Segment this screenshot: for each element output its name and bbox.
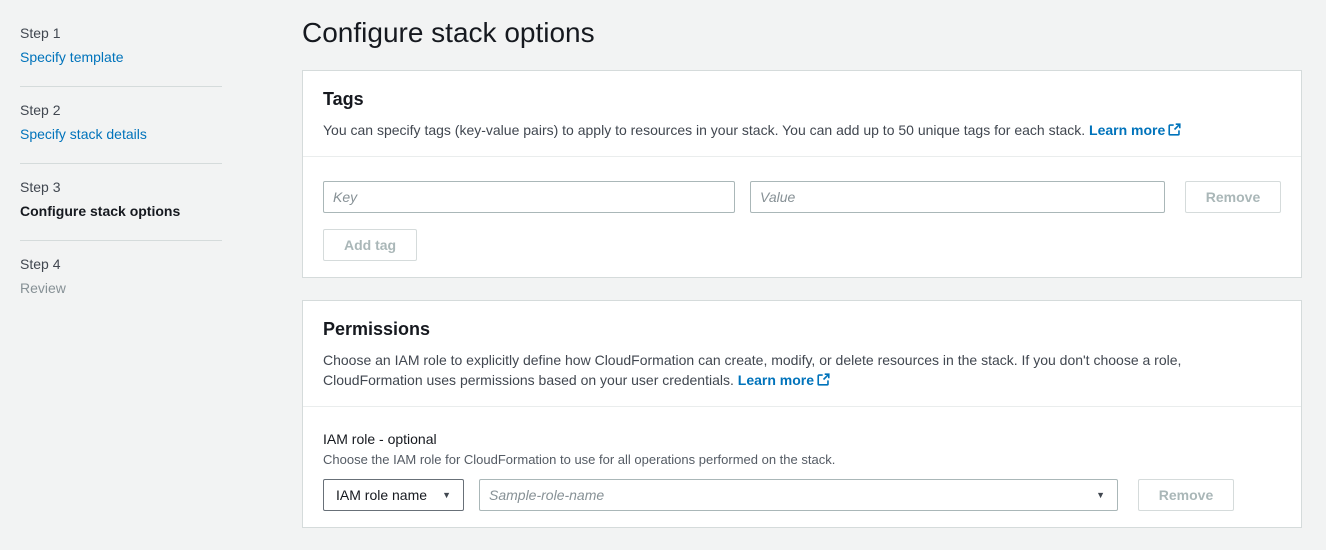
remove-iam-role-button[interactable]: Remove (1138, 479, 1234, 511)
steps-sidebar: Step 1 Specify template Step 2 Specify s… (20, 0, 222, 317)
main-content: Configure stack options Tags You can spe… (302, 0, 1302, 550)
tag-value-wrapper (750, 181, 1165, 213)
sidebar-step-3: Step 3 Configure stack options (20, 164, 222, 241)
iam-role-row: IAM role name ▼ ▼ Remove (323, 479, 1281, 511)
tag-key-wrapper (323, 181, 735, 213)
step-number: Step 1 (20, 25, 222, 41)
iam-remove-wrapper: Remove (1138, 479, 1234, 511)
external-link-icon (1168, 123, 1181, 136)
sidebar-step-2: Step 2 Specify stack details (20, 87, 222, 164)
step-number: Step 2 (20, 102, 222, 118)
iam-role-name-combo: ▼ (479, 479, 1118, 511)
iam-role-type-value: IAM role name (336, 487, 427, 503)
iam-role-type-select[interactable]: IAM role name ▼ (323, 479, 464, 511)
add-tag-button[interactable]: Add tag (323, 229, 417, 261)
permissions-panel-body: IAM role - optional Choose the IAM role … (303, 406, 1301, 527)
tag-key-input[interactable] (323, 181, 735, 213)
tags-panel-description: You can specify tags (key-value pairs) t… (323, 120, 1281, 140)
tags-description-text: You can specify tags (key-value pairs) t… (323, 122, 1085, 138)
tag-remove-wrapper: Remove (1185, 181, 1281, 213)
tags-panel: Tags You can specify tags (key-value pai… (302, 70, 1302, 278)
step-number: Step 3 (20, 179, 222, 195)
external-link-icon (817, 373, 830, 386)
sidebar-step-1: Step 1 Specify template (20, 10, 222, 87)
permissions-learn-more-link[interactable]: Learn more (738, 372, 830, 388)
permissions-panel-description: Choose an IAM role to explicitly define … (323, 350, 1281, 390)
iam-role-label: IAM role - optional (323, 431, 1281, 447)
learn-more-label: Learn more (1089, 122, 1165, 138)
permissions-panel-header: Permissions Choose an IAM role to explic… (303, 301, 1301, 406)
sidebar-item-specify-template[interactable]: Specify template (20, 49, 124, 65)
permissions-panel-title: Permissions (323, 319, 1281, 340)
step-number: Step 4 (20, 256, 222, 272)
chevron-down-icon: ▼ (442, 490, 451, 500)
remove-tag-button[interactable]: Remove (1185, 181, 1281, 213)
iam-role-name-input[interactable] (479, 479, 1118, 511)
tags-panel-header: Tags You can specify tags (key-value pai… (303, 71, 1301, 156)
tags-panel-title: Tags (323, 89, 1281, 110)
page-title: Configure stack options (302, 16, 1302, 50)
learn-more-label: Learn more (738, 372, 814, 388)
tag-row: Remove (323, 181, 1281, 213)
permissions-panel: Permissions Choose an IAM role to explic… (302, 300, 1302, 528)
sidebar-item-configure-stack-options: Configure stack options (20, 202, 222, 220)
tags-panel-body: Remove Add tag (303, 156, 1301, 277)
iam-role-description: Choose the IAM role for CloudFormation t… (323, 452, 1281, 467)
sidebar-step-4: Step 4 Review (20, 241, 222, 317)
tags-learn-more-link[interactable]: Learn more (1089, 122, 1181, 138)
sidebar-item-review: Review (20, 279, 222, 297)
sidebar-item-specify-stack-details[interactable]: Specify stack details (20, 126, 147, 142)
page: Step 1 Specify template Step 2 Specify s… (0, 0, 1326, 550)
tag-value-input[interactable] (750, 181, 1165, 213)
